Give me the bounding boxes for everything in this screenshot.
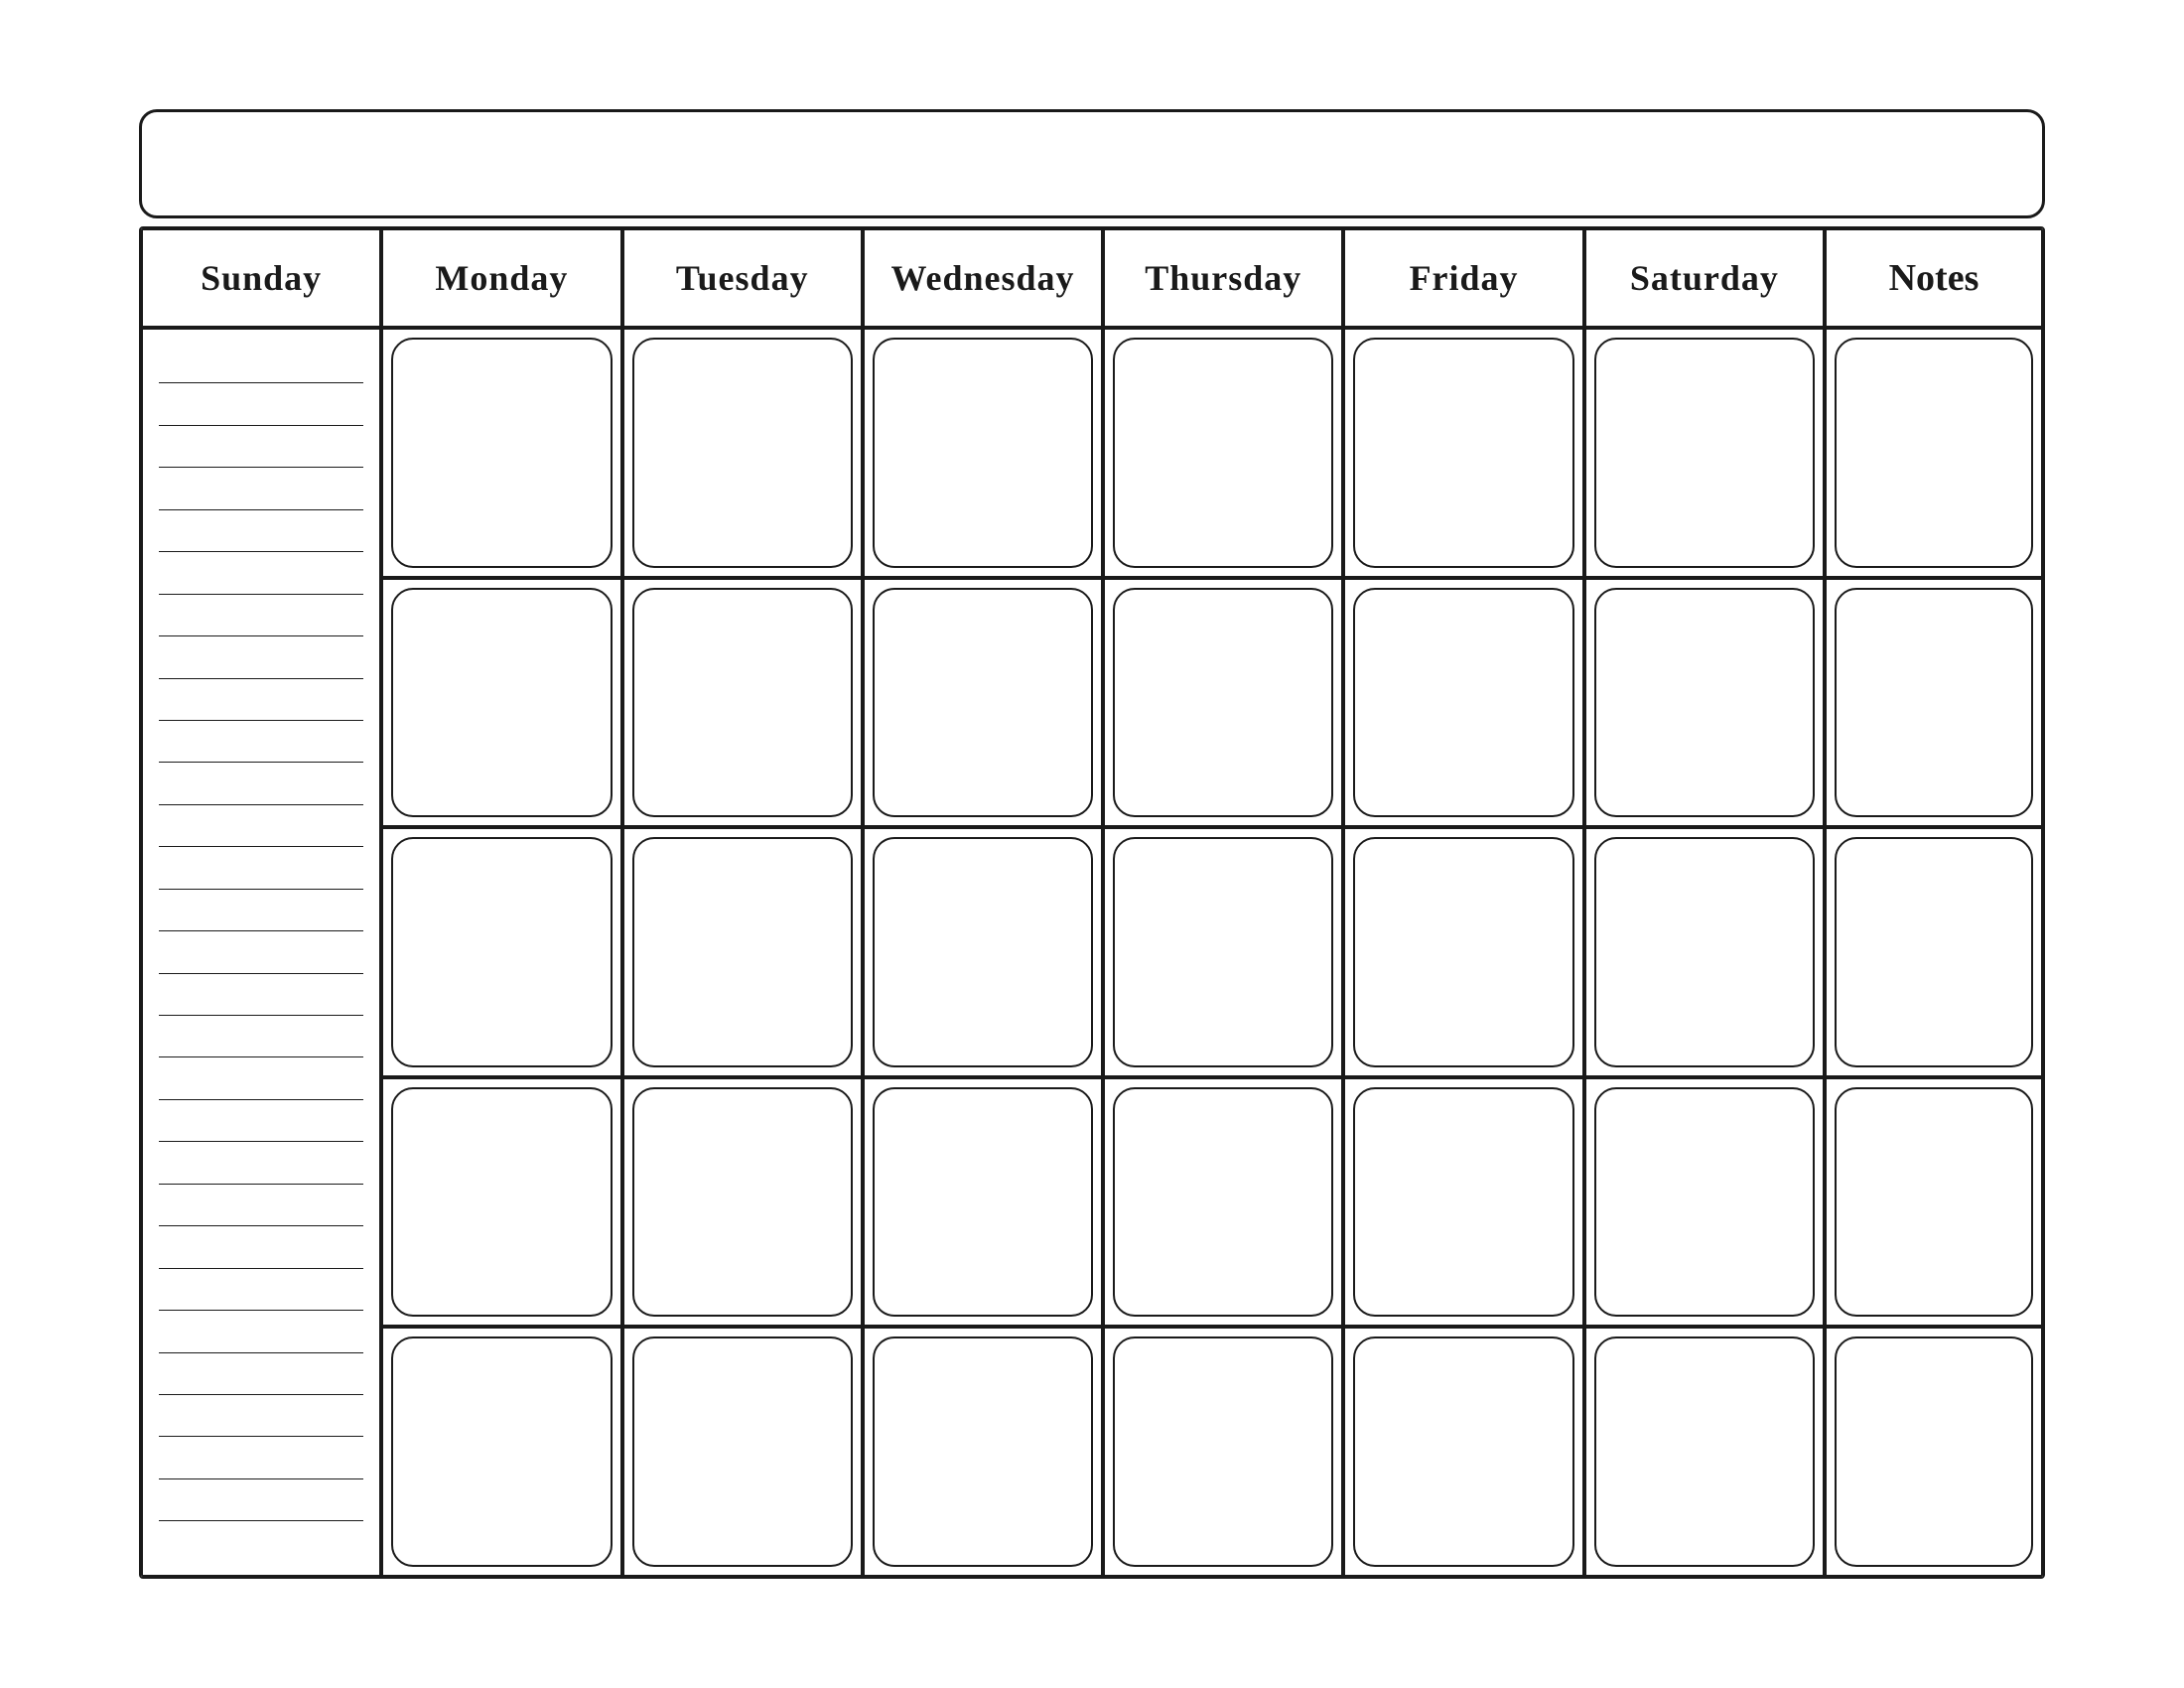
notes-line bbox=[159, 846, 363, 847]
notes-column[interactable] bbox=[141, 328, 381, 1577]
cell-row2-sun[interactable] bbox=[381, 578, 621, 828]
notes-line bbox=[159, 1099, 363, 1100]
cell-row2-tue[interactable] bbox=[863, 578, 1103, 828]
cell-row4-tue[interactable] bbox=[863, 1077, 1103, 1328]
calendar-wrapper: Sunday Monday Tuesday Wednesday Thursday… bbox=[99, 70, 2085, 1618]
calendar-grid: Sunday Monday Tuesday Wednesday Thursday… bbox=[139, 226, 2045, 1579]
cell-row1-mon[interactable] bbox=[622, 328, 863, 578]
notes-line bbox=[159, 1141, 363, 1142]
notes-line bbox=[159, 678, 363, 679]
notes-line bbox=[159, 889, 363, 890]
cell-row3-thu[interactable] bbox=[1343, 827, 1583, 1077]
header-tuesday: Tuesday bbox=[622, 228, 863, 328]
notes-line bbox=[159, 1225, 363, 1226]
header-saturday: Saturday bbox=[1584, 228, 1825, 328]
cell-row2-thu[interactable] bbox=[1343, 578, 1583, 828]
cell-row4-sat[interactable] bbox=[1825, 1077, 2043, 1328]
header-friday: Friday bbox=[1343, 228, 1583, 328]
notes-line bbox=[159, 467, 363, 468]
notes-line bbox=[159, 1310, 363, 1311]
cell-row2-mon[interactable] bbox=[622, 578, 863, 828]
notes-line bbox=[159, 804, 363, 805]
cell-row4-wed[interactable] bbox=[1103, 1077, 1343, 1328]
cell-row4-sun[interactable] bbox=[381, 1077, 621, 1328]
cell-row1-thu[interactable] bbox=[1343, 328, 1583, 578]
cell-row2-fri[interactable] bbox=[1584, 578, 1825, 828]
cell-row3-tue[interactable] bbox=[863, 827, 1103, 1077]
title-bar[interactable] bbox=[139, 109, 2045, 218]
cell-row1-sun[interactable] bbox=[381, 328, 621, 578]
cell-row5-sat[interactable] bbox=[1825, 1327, 2043, 1577]
notes-line bbox=[159, 1184, 363, 1185]
cell-row4-mon[interactable] bbox=[622, 1077, 863, 1328]
cell-row5-tue[interactable] bbox=[863, 1327, 1103, 1577]
cell-row1-wed[interactable] bbox=[1103, 328, 1343, 578]
cell-row3-wed[interactable] bbox=[1103, 827, 1343, 1077]
notes-line bbox=[159, 1478, 363, 1479]
notes-line bbox=[159, 1056, 363, 1057]
header-wednesday: Wednesday bbox=[863, 228, 1103, 328]
header-sunday: Sunday bbox=[141, 228, 381, 328]
cell-row4-thu[interactable] bbox=[1343, 1077, 1583, 1328]
cell-row1-sat[interactable] bbox=[1825, 328, 2043, 578]
header-notes: Notes bbox=[1825, 228, 2043, 328]
notes-line bbox=[159, 720, 363, 721]
notes-line bbox=[159, 1352, 363, 1353]
notes-line bbox=[159, 1436, 363, 1437]
notes-line bbox=[159, 1520, 363, 1521]
cell-row4-fri[interactable] bbox=[1584, 1077, 1825, 1328]
notes-line bbox=[159, 1394, 363, 1395]
cell-row5-thu[interactable] bbox=[1343, 1327, 1583, 1577]
notes-line bbox=[159, 1015, 363, 1016]
cell-row1-tue[interactable] bbox=[863, 328, 1103, 578]
header-thursday: Thursday bbox=[1103, 228, 1343, 328]
notes-line bbox=[159, 930, 363, 931]
cell-row5-wed[interactable] bbox=[1103, 1327, 1343, 1577]
notes-line bbox=[159, 425, 363, 426]
cell-row3-sat[interactable] bbox=[1825, 827, 2043, 1077]
notes-line bbox=[159, 509, 363, 510]
cell-row5-fri[interactable] bbox=[1584, 1327, 1825, 1577]
cell-row3-sun[interactable] bbox=[381, 827, 621, 1077]
notes-line bbox=[159, 762, 363, 763]
notes-line bbox=[159, 382, 363, 383]
cell-row1-fri[interactable] bbox=[1584, 328, 1825, 578]
cell-row5-mon[interactable] bbox=[622, 1327, 863, 1577]
cell-row3-mon[interactable] bbox=[622, 827, 863, 1077]
cell-row2-sat[interactable] bbox=[1825, 578, 2043, 828]
cell-row2-wed[interactable] bbox=[1103, 578, 1343, 828]
notes-line bbox=[159, 551, 363, 552]
notes-line bbox=[159, 973, 363, 974]
cell-row5-sun[interactable] bbox=[381, 1327, 621, 1577]
notes-line bbox=[159, 1268, 363, 1269]
notes-line bbox=[159, 594, 363, 595]
cell-row3-fri[interactable] bbox=[1584, 827, 1825, 1077]
header-monday: Monday bbox=[381, 228, 621, 328]
notes-line bbox=[159, 635, 363, 636]
